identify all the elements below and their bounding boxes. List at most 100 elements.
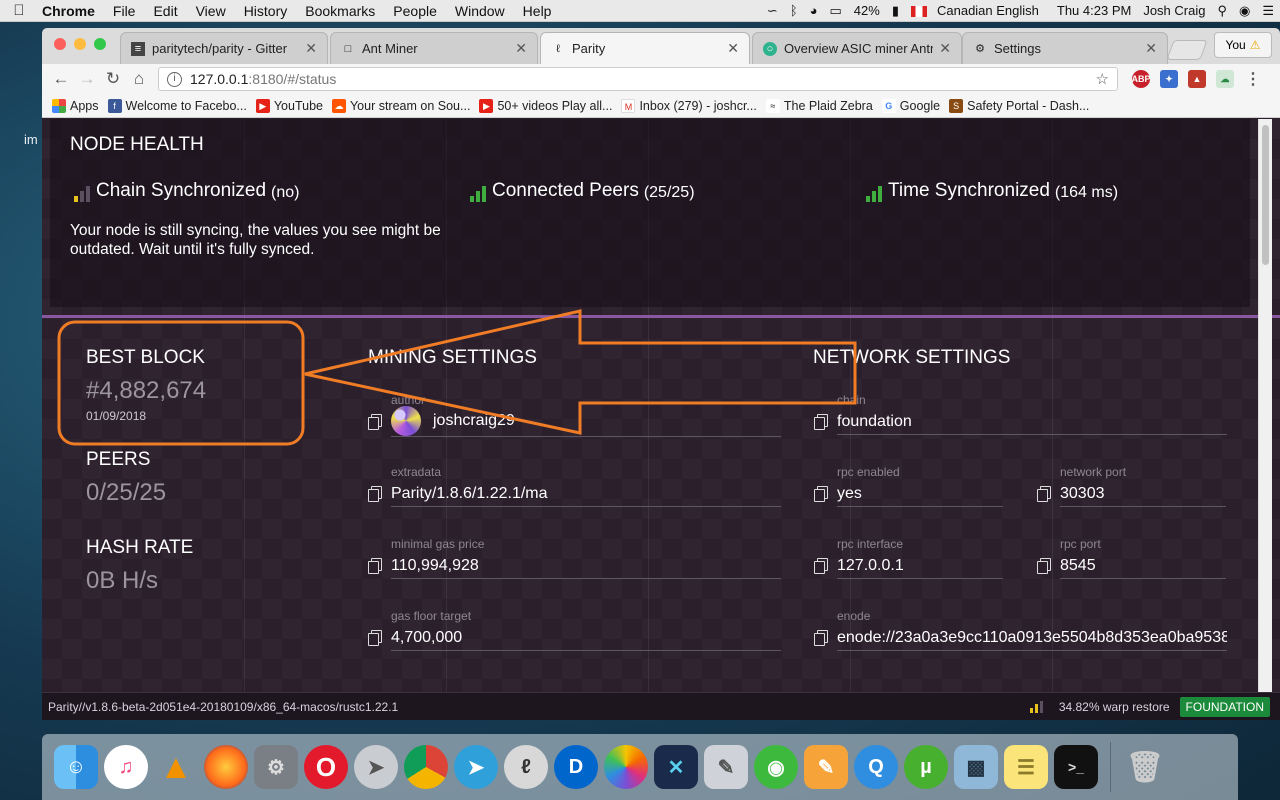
parity-app-icon[interactable]: ℓ — [504, 745, 548, 789]
zoom-window-button[interactable] — [94, 38, 106, 50]
tab-overview-asic[interactable]: ○ Overview ASIC miner Antmi ✕ — [752, 32, 962, 64]
photos-icon[interactable] — [604, 745, 648, 789]
bookmark-youtube[interactable]: ▶ YouTube — [255, 98, 323, 113]
menu-view[interactable]: View — [187, 3, 235, 19]
preview-icon[interactable]: ▩ — [954, 745, 998, 789]
spotlight-icon[interactable]: ⚲ — [1211, 3, 1233, 19]
bluetooth-icon[interactable]: ᛒ — [784, 3, 804, 18]
close-icon[interactable]: ✕ — [305, 40, 317, 57]
minimize-window-button[interactable] — [74, 38, 86, 50]
menu-app-name[interactable]: Chrome — [38, 3, 104, 19]
copy-icon[interactable] — [814, 414, 828, 430]
copy-icon[interactable] — [814, 630, 828, 646]
chain-field[interactable]: foundation — [837, 409, 1227, 435]
copy-icon[interactable] — [814, 558, 828, 574]
puzzle-extension-icon[interactable]: ✦ — [1160, 70, 1178, 88]
bookmark-star-icon[interactable]: ☆ — [1096, 70, 1109, 88]
bookmark-plaid-zebra[interactable]: ≈ The Plaid Zebra — [765, 98, 873, 113]
quicktime-icon[interactable]: Q — [854, 745, 898, 789]
profile-button[interactable]: You ⚠ — [1214, 32, 1272, 58]
close-icon[interactable]: ✕ — [727, 40, 739, 57]
digibyte-icon[interactable]: D — [554, 745, 598, 789]
copy-icon[interactable] — [368, 558, 382, 574]
terminal-icon[interactable]: >_ — [1054, 745, 1098, 789]
copy-icon[interactable] — [1037, 486, 1051, 502]
wechat-icon[interactable]: ◉ — [754, 745, 798, 789]
bookmark-apps[interactable]: Apps — [52, 98, 99, 113]
telegram-icon[interactable]: ➤ — [454, 745, 498, 789]
firefox-icon[interactable] — [204, 745, 248, 789]
menu-file[interactable]: File — [104, 3, 145, 19]
notes-icon[interactable]: ☰ — [1004, 745, 1048, 789]
copy-icon[interactable] — [1037, 558, 1051, 574]
launchpad-icon[interactable]: ➤ — [354, 745, 398, 789]
battery-icon[interactable]: ▮ — [886, 3, 905, 19]
menu-people[interactable]: People — [384, 3, 446, 19]
activity-icon[interactable]: ∽ — [761, 3, 784, 19]
chrome-icon[interactable] — [404, 745, 448, 789]
airplay-icon[interactable]: ▭ — [824, 3, 848, 19]
itunes-icon[interactable]: ♫ — [104, 745, 148, 789]
rpc-enabled-field[interactable]: yes — [837, 481, 1003, 507]
script-editor-icon[interactable]: ✎ — [704, 745, 748, 789]
vlc-icon[interactable]: ▲ — [154, 745, 198, 789]
network-port-field[interactable]: 30303 — [1060, 481, 1226, 507]
info-icon[interactable]: i — [167, 71, 182, 87]
user-name[interactable]: Josh Craig — [1137, 3, 1211, 18]
forward-button[interactable]: → — [74, 69, 100, 89]
close-icon[interactable]: ✕ — [939, 40, 951, 57]
menu-bookmarks[interactable]: Bookmarks — [296, 3, 384, 19]
more-menu-icon[interactable]: ⋮ — [1244, 70, 1262, 88]
close-icon[interactable]: ✕ — [515, 40, 527, 57]
home-button[interactable]: ⌂ — [126, 69, 152, 89]
exodus-icon[interactable]: ✕ — [654, 745, 698, 789]
input-source[interactable]: Canadian English — [905, 3, 1051, 18]
new-tab-button[interactable] — [1166, 40, 1208, 60]
pages-icon[interactable]: ✎ — [804, 745, 848, 789]
trash-icon[interactable]: 🗑 — [1123, 745, 1167, 789]
menu-history[interactable]: History — [235, 3, 297, 19]
wifi-icon[interactable]: ◕ — [804, 3, 824, 18]
page-scrollbar[interactable] — [1258, 119, 1272, 720]
bookmark-safety-portal[interactable]: S Safety Portal - Dash... — [949, 98, 1089, 113]
chain-badge[interactable]: FOUNDATION — [1179, 696, 1270, 717]
reload-button[interactable]: ↻ — [100, 69, 126, 89]
rpc-port-field[interactable]: 8545 — [1060, 553, 1226, 579]
cloud-extension-icon[interactable]: ☁ — [1216, 70, 1234, 88]
pdf-extension-icon[interactable]: ▲ — [1188, 70, 1206, 88]
copy-icon[interactable] — [368, 486, 382, 502]
tab-gitter[interactable]: ≡ paritytech/parity - Gitter ✕ — [120, 32, 328, 64]
bookmark-google[interactable]: G Google — [881, 98, 940, 113]
tab-settings[interactable]: ⚙ Settings ✕ — [962, 32, 1168, 64]
extradata-field[interactable]: Parity/1.8.6/1.22.1/ma — [391, 481, 781, 507]
apple-icon[interactable]:  — [0, 2, 38, 19]
author-field[interactable]: joshcraig29 — [391, 405, 781, 437]
address-bar[interactable]: i 127.0.0.1:8180/#/status ☆ — [158, 67, 1118, 91]
system-preferences-icon[interactable]: ⚙ — [254, 745, 298, 789]
finder-icon[interactable]: ☺ — [54, 745, 98, 789]
menu-edit[interactable]: Edit — [144, 3, 186, 19]
scrollbar-thumb[interactable] — [1262, 125, 1269, 265]
close-icon[interactable]: ✕ — [1145, 40, 1157, 57]
notification-center-icon[interactable]: ☰ — [1256, 3, 1280, 19]
copy-icon[interactable] — [814, 486, 828, 502]
menu-help[interactable]: Help — [514, 3, 561, 19]
tab-parity[interactable]: ℓ Parity ✕ — [540, 32, 750, 64]
desktop-file-label[interactable]: im — [24, 132, 38, 147]
rpc-interface-field[interactable]: 127.0.0.1 — [837, 553, 1003, 579]
copy-icon[interactable] — [368, 630, 382, 646]
utorrent-icon[interactable]: µ — [904, 745, 948, 789]
clock[interactable]: Thu 4:23 PM — [1051, 3, 1137, 18]
gas-floor-field[interactable]: 4,700,000 — [391, 625, 781, 651]
back-button[interactable]: ← — [48, 69, 74, 89]
min-gas-price-field[interactable]: 110,994,928 — [391, 553, 781, 579]
bookmark-youtube-playlist[interactable]: ▶ 50+ videos Play all... — [479, 98, 612, 113]
battery-percent[interactable]: 42% — [848, 3, 886, 18]
copy-icon[interactable] — [368, 414, 382, 430]
close-window-button[interactable] — [54, 38, 66, 50]
bookmark-facebook[interactable]: f Welcome to Facebo... — [107, 98, 247, 113]
enode-field[interactable]: enode://23a0a3e9cc110a0913e5504b8d353ea0… — [837, 625, 1227, 651]
adblock-plus-icon[interactable]: ABP — [1132, 70, 1151, 88]
siri-icon[interactable]: ◉ — [1233, 3, 1256, 19]
menu-window[interactable]: Window — [446, 3, 514, 19]
